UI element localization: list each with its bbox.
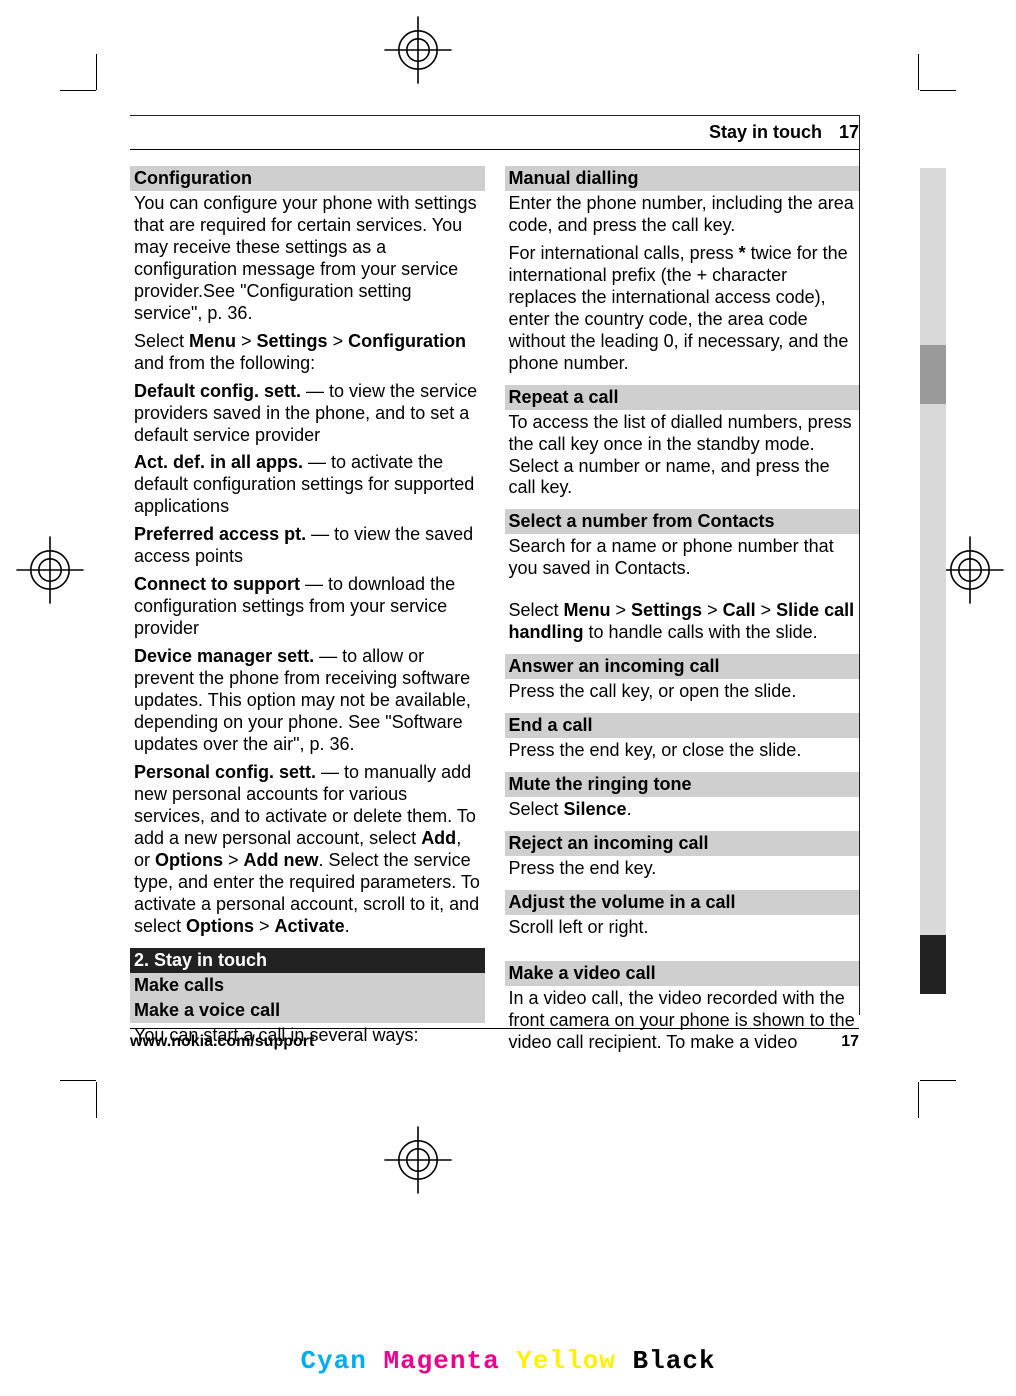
manual-dialling-p2: For international calls, press * twice f… bbox=[505, 241, 860, 379]
adjust-volume-heading: Adjust the volume in a call bbox=[505, 890, 860, 915]
page-body: Stay in touch 17 Configuration You can c… bbox=[130, 115, 860, 1015]
manual-dialling-p1: Enter the phone number, including the ar… bbox=[505, 191, 860, 241]
footer-page: 17 bbox=[841, 1033, 859, 1051]
reject-call-heading: Reject an incoming call bbox=[505, 831, 860, 856]
footer-url: www.nokia.com/support bbox=[130, 1033, 314, 1051]
registration-mark-icon bbox=[378, 10, 458, 90]
manual-dialling-heading: Manual dialling bbox=[505, 166, 860, 191]
left-column: Configuration You can configure your pho… bbox=[130, 160, 485, 1058]
act-def-in-all-apps: Act. def. in all apps. — to activate the… bbox=[130, 450, 485, 522]
select-number-heading: Select a number from Contacts bbox=[505, 509, 860, 534]
connect-to-support: Connect to support — to download the con… bbox=[130, 572, 485, 644]
end-call-heading: End a call bbox=[505, 713, 860, 738]
answer-call-heading: Answer an incoming call bbox=[505, 654, 860, 679]
page-footer: www.nokia.com/support 17 bbox=[130, 1028, 859, 1051]
configuration-select: Select Menu > Settings > Configuration a… bbox=[130, 329, 485, 379]
right-column: Manual dialling Enter the phone number, … bbox=[505, 160, 860, 1058]
page-header: Stay in touch 17 bbox=[130, 116, 859, 150]
configuration-intro: You can configure your phone with settin… bbox=[130, 191, 485, 329]
make-voice-call-heading: Make a voice call bbox=[130, 998, 485, 1023]
thumb-tabs bbox=[920, 168, 946, 994]
repeat-call-heading: Repeat a call bbox=[505, 385, 860, 410]
reject-call-text: Press the end key. bbox=[505, 856, 860, 884]
video-call-heading: Make a video call bbox=[505, 961, 860, 986]
preferred-access-pt: Preferred access pt. — to view the saved… bbox=[130, 522, 485, 572]
mute-tone-heading: Mute the ringing tone bbox=[505, 772, 860, 797]
cmyk-bar: Cyan Magenta Yellow Black bbox=[0, 1346, 1016, 1376]
make-calls-heading: Make calls bbox=[130, 973, 485, 998]
personal-config-sett: Personal config. sett. — to manually add… bbox=[130, 760, 485, 942]
registration-mark-icon bbox=[378, 1120, 458, 1200]
configuration-heading: Configuration bbox=[130, 166, 485, 191]
end-call-text: Press the end key, or close the slide. bbox=[505, 738, 860, 766]
chapter-heading: 2. Stay in touch bbox=[130, 948, 485, 973]
header-section: Stay in touch bbox=[709, 122, 822, 142]
registration-mark-icon bbox=[10, 530, 90, 610]
answer-call-text: Press the call key, or open the slide. bbox=[505, 679, 860, 707]
header-page: 17 bbox=[839, 122, 859, 142]
adjust-volume-text: Scroll left or right. bbox=[505, 915, 860, 943]
select-number-text: Search for a name or phone number that y… bbox=[505, 534, 860, 584]
repeat-call-text: To access the list of dialled numbers, p… bbox=[505, 410, 860, 504]
slide-call-handling: Select Menu > Settings > Call > Slide ca… bbox=[505, 598, 860, 648]
device-manager-sett: Device manager sett. — to allow or preve… bbox=[130, 644, 485, 760]
default-config-sett: Default config. sett. — to view the serv… bbox=[130, 379, 485, 451]
mute-tone-text: Select Silence. bbox=[505, 797, 860, 825]
